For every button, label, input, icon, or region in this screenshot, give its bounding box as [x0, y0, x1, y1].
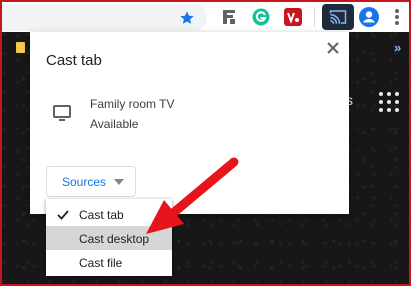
sink-status: Available: [90, 117, 139, 131]
cast-button[interactable]: [322, 4, 354, 30]
address-bar[interactable]: [2, 4, 207, 31]
dialog-title: Cast tab: [46, 52, 102, 69]
menu-item-label: Cast file: [79, 256, 123, 270]
vpn-icon[interactable]: [284, 8, 302, 31]
grammarly-icon[interactable]: [252, 8, 270, 31]
menu-item-label: Cast tab: [79, 208, 124, 222]
screenshot-stage: » s Cast tab Family room TV Available So…: [0, 0, 411, 286]
browser-toolbar: [2, 2, 409, 32]
sources-button[interactable]: Sources: [46, 166, 136, 197]
sources-label: Sources: [62, 175, 107, 189]
toolbar-divider: [314, 7, 315, 27]
close-icon[interactable]: [327, 41, 339, 54]
profile-icon[interactable]: [359, 7, 379, 32]
caret-down-icon: [114, 179, 124, 185]
cast-sink-family-room-tv[interactable]: Family room TV Available: [50, 94, 330, 136]
check-icon: [57, 209, 69, 223]
sink-name: Family room TV: [90, 97, 175, 111]
menu-item-cast-file[interactable]: Cast file: [46, 250, 172, 274]
fs-extension-icon[interactable]: [222, 9, 236, 30]
apps-grid-icon[interactable]: [379, 92, 399, 112]
kebab-menu-icon[interactable]: [394, 8, 400, 31]
cast-icon: [329, 10, 347, 24]
bookmarks-overflow-chevron[interactable]: »: [394, 40, 401, 55]
star-icon[interactable]: [179, 10, 195, 31]
bookmark-folder-icon[interactable]: [16, 42, 25, 53]
annotation-arrow: [146, 157, 239, 234]
menu-item-label: Cast desktop: [79, 232, 150, 246]
tv-icon: [53, 105, 71, 126]
